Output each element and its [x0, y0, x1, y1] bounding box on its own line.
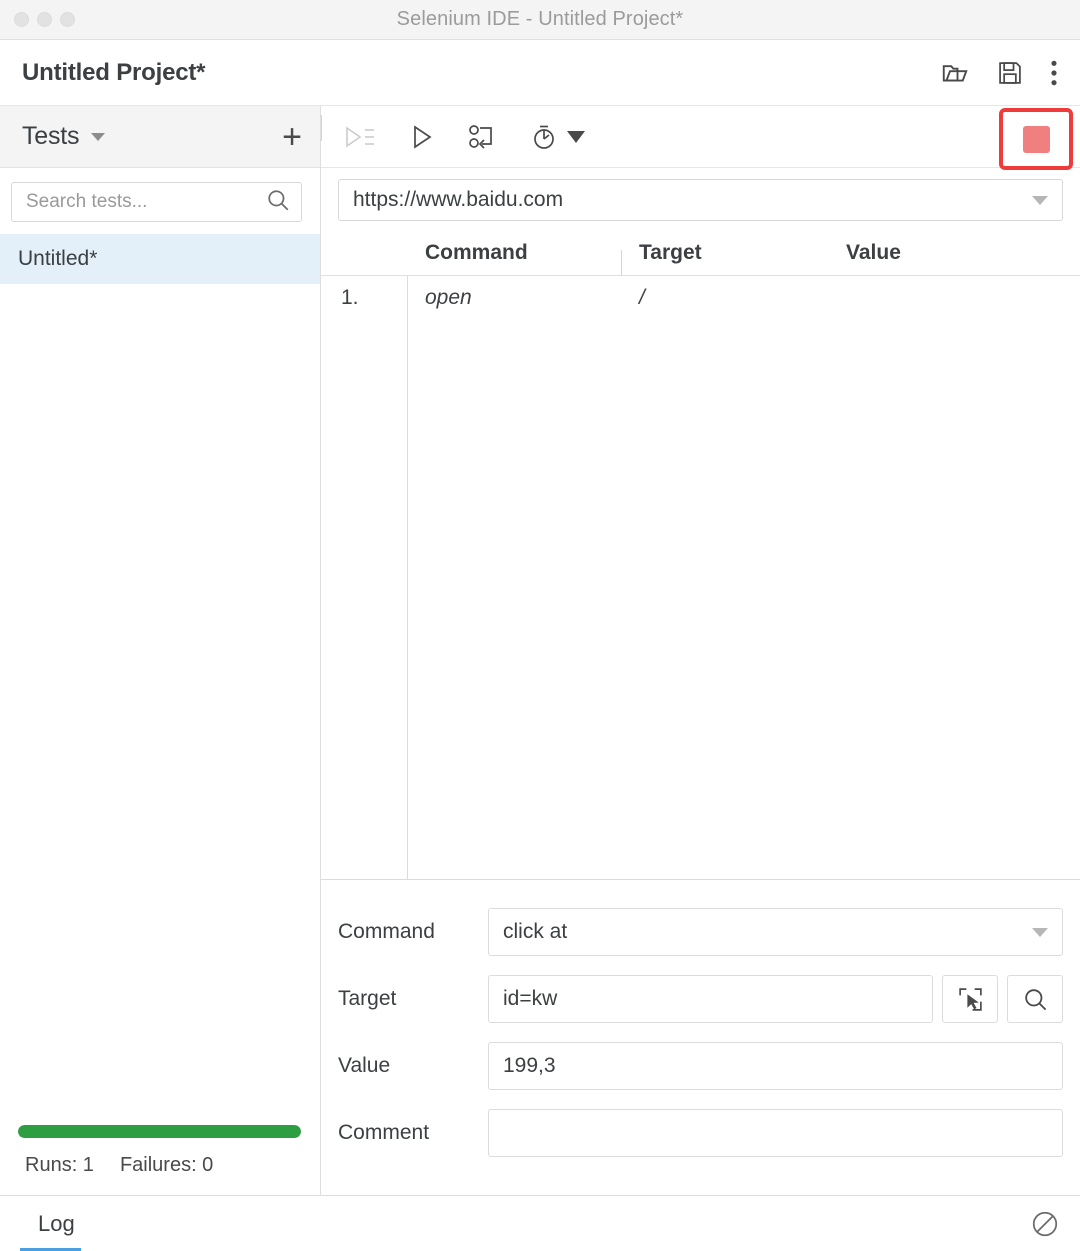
chevron-down-icon[interactable]	[91, 132, 106, 141]
selenium-ide-window: Selenium IDE - Untitled Project* Untitle…	[0, 0, 1080, 1251]
more-options-icon[interactable]	[1050, 59, 1058, 87]
run-all-tests-icon[interactable]	[343, 124, 377, 150]
close-button[interactable]	[14, 12, 29, 27]
speed-chevron-down-icon	[567, 130, 585, 143]
column-divider	[321, 115, 322, 141]
save-project-icon[interactable]	[996, 59, 1024, 87]
commands-table-body: 1. open /	[321, 276, 1080, 879]
column-divider	[621, 249, 622, 276]
test-item-label: Untitled*	[18, 247, 98, 270]
column-header-target-label: Target	[639, 240, 702, 264]
tests-panel-header: Tests +	[0, 106, 320, 168]
run-current-test-icon[interactable]	[409, 124, 435, 150]
target-field-label: Target	[338, 987, 397, 1010]
column-header-value: Value	[321, 115, 1080, 265]
command-field-control	[488, 908, 1063, 956]
search-tests-container	[0, 168, 320, 234]
table-row[interactable]: 1. open /	[321, 276, 1080, 320]
target-field-row: Target	[338, 975, 1063, 1023]
step-over-icon[interactable]	[467, 123, 497, 151]
command-chevron-down-icon[interactable]	[1032, 927, 1048, 937]
add-test-button[interactable]: +	[282, 120, 302, 154]
comment-field-row: Comment	[338, 1109, 1063, 1157]
target-input[interactable]	[503, 987, 918, 1011]
header-actions	[940, 58, 1058, 88]
row-number: 1.	[341, 286, 359, 309]
comment-input[interactable]	[503, 1121, 1048, 1145]
run-progress-bar	[18, 1125, 301, 1138]
comment-field[interactable]	[488, 1109, 1063, 1157]
window-titlebar: Selenium IDE - Untitled Project*	[0, 0, 1080, 40]
tests-sidebar: Tests + Untitled* Runs: 1	[0, 106, 321, 1195]
tab-log[interactable]: Log	[0, 1196, 101, 1251]
window-title: Selenium IDE - Untitled Project*	[396, 8, 684, 30]
base-url-chevron-down-icon[interactable]	[1032, 195, 1048, 205]
row-target[interactable]: /	[621, 286, 828, 310]
search-input[interactable]	[26, 191, 265, 213]
tab-log-label: Log	[38, 1210, 75, 1236]
run-progress-fill	[18, 1125, 301, 1138]
search-tests-box[interactable]	[11, 182, 302, 222]
zoom-button[interactable]	[60, 12, 75, 27]
sidebar-item-untitled[interactable]: Untitled*	[0, 234, 320, 284]
tests-panel-label: Tests	[22, 122, 80, 150]
window-controls	[14, 12, 75, 27]
speed-control-icon[interactable]	[529, 122, 585, 152]
search-icon	[265, 187, 291, 218]
run-counters: Runs: 1 Failures: 0	[18, 1154, 302, 1177]
column-header-value-label: Value	[846, 240, 901, 264]
column-header-command: Command	[425, 240, 528, 264]
base-url-container	[321, 168, 1080, 230]
row-number-divider	[407, 276, 408, 879]
stop-square-icon	[1022, 125, 1050, 153]
find-target-icon[interactable]	[1007, 975, 1063, 1023]
select-target-icon[interactable]	[942, 975, 998, 1023]
minimize-button[interactable]	[37, 12, 52, 27]
command-field-label: Command	[338, 920, 435, 943]
main-panel: Command Target Value 1. open / Command	[321, 106, 1080, 1195]
base-url-box[interactable]	[338, 179, 1063, 221]
value-field[interactable]	[488, 1042, 1063, 1090]
command-input[interactable]	[503, 920, 1032, 944]
runs-count: Runs: 1	[25, 1154, 94, 1176]
base-url-input[interactable]	[353, 188, 1032, 212]
run-status-footer: Runs: 1 Failures: 0	[0, 1125, 320, 1195]
target-field-control	[488, 975, 1063, 1023]
target-field[interactable]	[488, 975, 933, 1023]
clear-log-icon[interactable]	[1030, 1209, 1060, 1239]
value-input[interactable]	[503, 1054, 1048, 1078]
app-header: Untitled Project*	[0, 40, 1080, 106]
command-select[interactable]	[488, 908, 1063, 956]
open-project-icon[interactable]	[940, 58, 970, 88]
project-title: Untitled Project*	[22, 58, 206, 86]
column-header-target: Target	[621, 240, 828, 276]
commands-table-header: Command Target Value	[321, 115, 1080, 276]
row-command[interactable]: open	[407, 286, 621, 310]
value-field-label: Value	[338, 1054, 391, 1077]
stop-button[interactable]	[999, 108, 1073, 170]
command-detail-form: Command Target	[321, 879, 1080, 1186]
log-bar: Log	[0, 1195, 1080, 1251]
value-field-row: Value	[338, 1042, 1063, 1090]
failures-count: Failures: 0	[119, 1154, 214, 1176]
comment-field-control	[488, 1109, 1063, 1157]
playback-toolbar	[321, 106, 1080, 170]
comment-field-label: Comment	[338, 1121, 430, 1144]
command-field-row: Command	[338, 908, 1063, 956]
value-field-control	[488, 1042, 1063, 1090]
